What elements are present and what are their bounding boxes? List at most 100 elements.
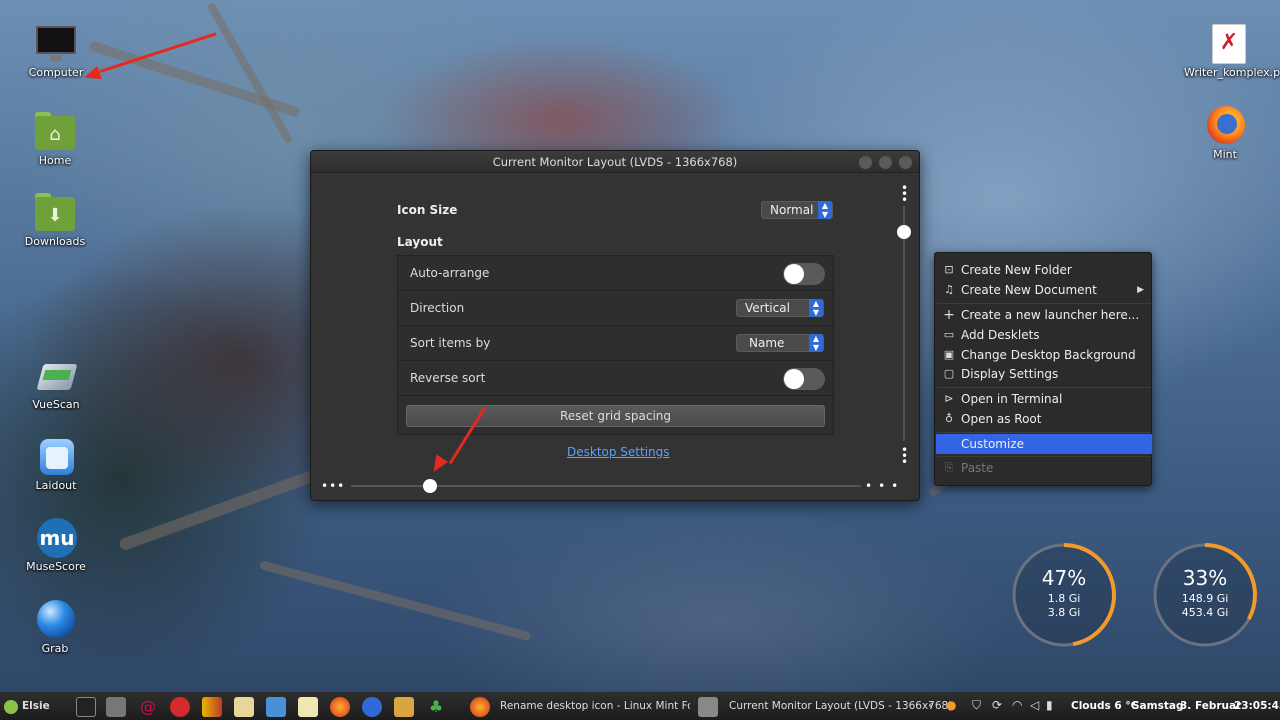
pdf-icon: ✗ [1206, 24, 1250, 64]
minimize-button[interactable] [859, 156, 872, 169]
notes-launcher-icon[interactable] [298, 697, 318, 717]
menu-item-label: Change Desktop Background [961, 348, 1136, 362]
camera-launcher-icon[interactable] [106, 697, 126, 717]
terminal-launcher-icon[interactable] [76, 697, 96, 717]
clock-time[interactable]: 23:05:45 [1234, 700, 1280, 712]
desktop-icon-grab[interactable]: Grab [15, 600, 95, 655]
shield-icon[interactable]: ⛉ [972, 698, 981, 713]
menu-item-add-desklets[interactable]: ▭ Add Desklets [936, 325, 1152, 345]
taskbar-window-forum[interactable]: Rename desktop icon - Linux Mint Forum..… [500, 700, 690, 712]
vertical-slider-handle[interactable] [897, 225, 911, 239]
palm-launcher-icon[interactable]: ♣ [426, 697, 446, 717]
auto-arrange-toggle[interactable] [783, 263, 825, 285]
desktop-icon-label: Grab [41, 642, 69, 655]
vertical-slider-track[interactable] [903, 206, 905, 441]
icon-size-combo[interactable]: Normal ▲ ▼ [761, 201, 833, 219]
reverse-sort-toggle[interactable] [783, 368, 825, 390]
menu-item-create-folder[interactable]: ⊡ Create New Folder [936, 260, 1152, 280]
submenu-arrow-icon: ▶ [1137, 285, 1144, 295]
firefox-launcher-icon[interactable] [330, 697, 350, 717]
downloads-folder-icon: ⬇ [33, 193, 77, 233]
icon-size-value: Normal [770, 203, 814, 217]
memory-gauge-desklet: 47% 1.8 Gi 3.8 Gi [1009, 540, 1119, 650]
annotation-arrow-head [82, 65, 102, 85]
desktop-icon-label: Downloads [24, 235, 86, 248]
menu-item-label: Open in Terminal [961, 392, 1063, 406]
desktop-icon-label: MuseScore [26, 560, 86, 573]
clock-day[interactable]: Samstag [1132, 700, 1183, 712]
menu-item-change-background[interactable]: ▣ Change Desktop Background [936, 345, 1152, 365]
direction-combo[interactable]: Vertical ▲ ▼ [736, 299, 824, 317]
menu-item-paste: ⎘ Paste [936, 458, 1152, 478]
tray-left-arrow-icon[interactable]: ‹ [928, 698, 933, 712]
reset-grid-spacing-button[interactable]: Reset grid spacing [406, 405, 825, 427]
debian-launcher-icon[interactable]: @ [138, 697, 158, 717]
key-icon: ♁ [944, 412, 954, 425]
menu-item-create-launcher[interactable]: + Create a new launcher here... [936, 305, 1152, 325]
memory-percent: 47% [1041, 566, 1087, 590]
layout-settings-box: Auto-arrange Direction Vertical ▲ ▼ Sort … [397, 255, 834, 435]
desktop-icon-mint[interactable]: Mint [1185, 106, 1265, 161]
desktop-icon-downloads[interactable]: ⬇ Downloads [15, 193, 95, 248]
menu-item-label: Add Desklets [961, 328, 1040, 342]
battery-icon[interactable]: ▮ [1046, 698, 1053, 712]
background-icon: ▣ [943, 348, 955, 361]
menu-item-open-terminal[interactable]: ⊳ Open in Terminal [936, 389, 1152, 409]
dialog-titlebar[interactable]: Current Monitor Layout (LVDS - 1366x768) [311, 151, 919, 173]
taskbar: Elsie @ ♣ Rename desktop icon - Linux Mi… [0, 691, 1280, 720]
app-launcher-icon[interactable] [202, 697, 222, 717]
menu-item-label: Display Settings [961, 367, 1059, 381]
gimp-launcher-icon[interactable] [394, 697, 414, 717]
laidout-icon [34, 437, 78, 477]
desktop-icon-musescore[interactable]: mu MuseScore [16, 518, 96, 573]
memory-total: 3.8 Gi [1047, 606, 1081, 619]
menu-item-open-as-root[interactable]: ♁ Open as Root [936, 409, 1152, 429]
close-button[interactable] [899, 156, 912, 169]
musescore-icon: mu [34, 518, 78, 558]
icon-size-label: Icon Size [397, 203, 458, 217]
weather-label[interactable]: Clouds 6 °C [1071, 700, 1138, 712]
menu-button[interactable]: Elsie [22, 700, 50, 712]
row-label: Direction [410, 301, 465, 315]
dialog-title: Current Monitor Layout (LVDS - 1366x768) [492, 155, 738, 169]
menu-separator [937, 303, 1151, 304]
tray-app-icon[interactable]: ● [946, 698, 956, 712]
desktop-icon-label: Home [38, 154, 72, 167]
sort-items-value: Name [749, 336, 785, 350]
paste-icon: ⎘ [944, 461, 954, 474]
desktop-icon-home[interactable]: ⌂ Home [15, 112, 95, 167]
row-label: Reverse sort [410, 371, 486, 385]
disk-used: 148.9 Gi [1181, 592, 1229, 605]
sort-items-combo[interactable]: Name ▲ ▼ [736, 334, 824, 352]
menu-item-label: Create New Document [961, 283, 1097, 297]
grab-icon [33, 600, 77, 640]
row-sort-items: Sort items by Name ▲ ▼ [398, 326, 833, 361]
menu-separator [937, 387, 1151, 388]
menu-item-display-settings[interactable]: ▢ Display Settings [936, 364, 1152, 384]
wifi-icon[interactable]: ◠ [1012, 698, 1022, 712]
desktop-icon-vuescan[interactable]: VueScan [16, 356, 96, 411]
browser-launcher-icon[interactable] [266, 697, 286, 717]
desktop-context-menu: ⊡ Create New Folder ♫ Create New Documen… [934, 252, 1152, 486]
menu-item-create-document[interactable]: ♫ Create New Document ▶ [936, 280, 1152, 300]
volume-icon[interactable]: ◁ [1030, 698, 1039, 712]
plus-icon: + [943, 307, 955, 323]
update-icon[interactable]: ⟳ [992, 698, 1002, 712]
menu-item-customize[interactable]: Customize [936, 434, 1152, 454]
desktop-icon-label: Writer_komplex.pdf [1184, 66, 1280, 79]
strawberry-launcher-icon[interactable] [170, 697, 190, 717]
home-folder-icon: ⌂ [33, 112, 77, 152]
maximize-button[interactable] [879, 156, 892, 169]
chevron-updown-icon: ▲ ▼ [818, 201, 832, 219]
image-launcher-icon[interactable] [234, 697, 254, 717]
taskbar-window-monitor-layout[interactable]: Current Monitor Layout (LVDS - 1366x768) [729, 700, 952, 712]
desktop-icon-writer-pdf[interactable]: ✗ Writer_komplex.pdf [1184, 24, 1280, 79]
horizontal-slider-handle[interactable] [423, 479, 437, 493]
disk-gauge-desklet: 33% 148.9 Gi 453.4 Gi [1150, 540, 1260, 650]
menu-separator [937, 432, 1151, 433]
desktop-settings-link[interactable]: Desktop Settings [567, 445, 670, 459]
vuescan-launcher-icon[interactable] [362, 697, 382, 717]
row-auto-arrange: Auto-arrange [398, 256, 833, 291]
desktop-icon-laidout[interactable]: Laidout [16, 437, 96, 492]
clock-date[interactable]: 3. Februar [1180, 700, 1241, 712]
